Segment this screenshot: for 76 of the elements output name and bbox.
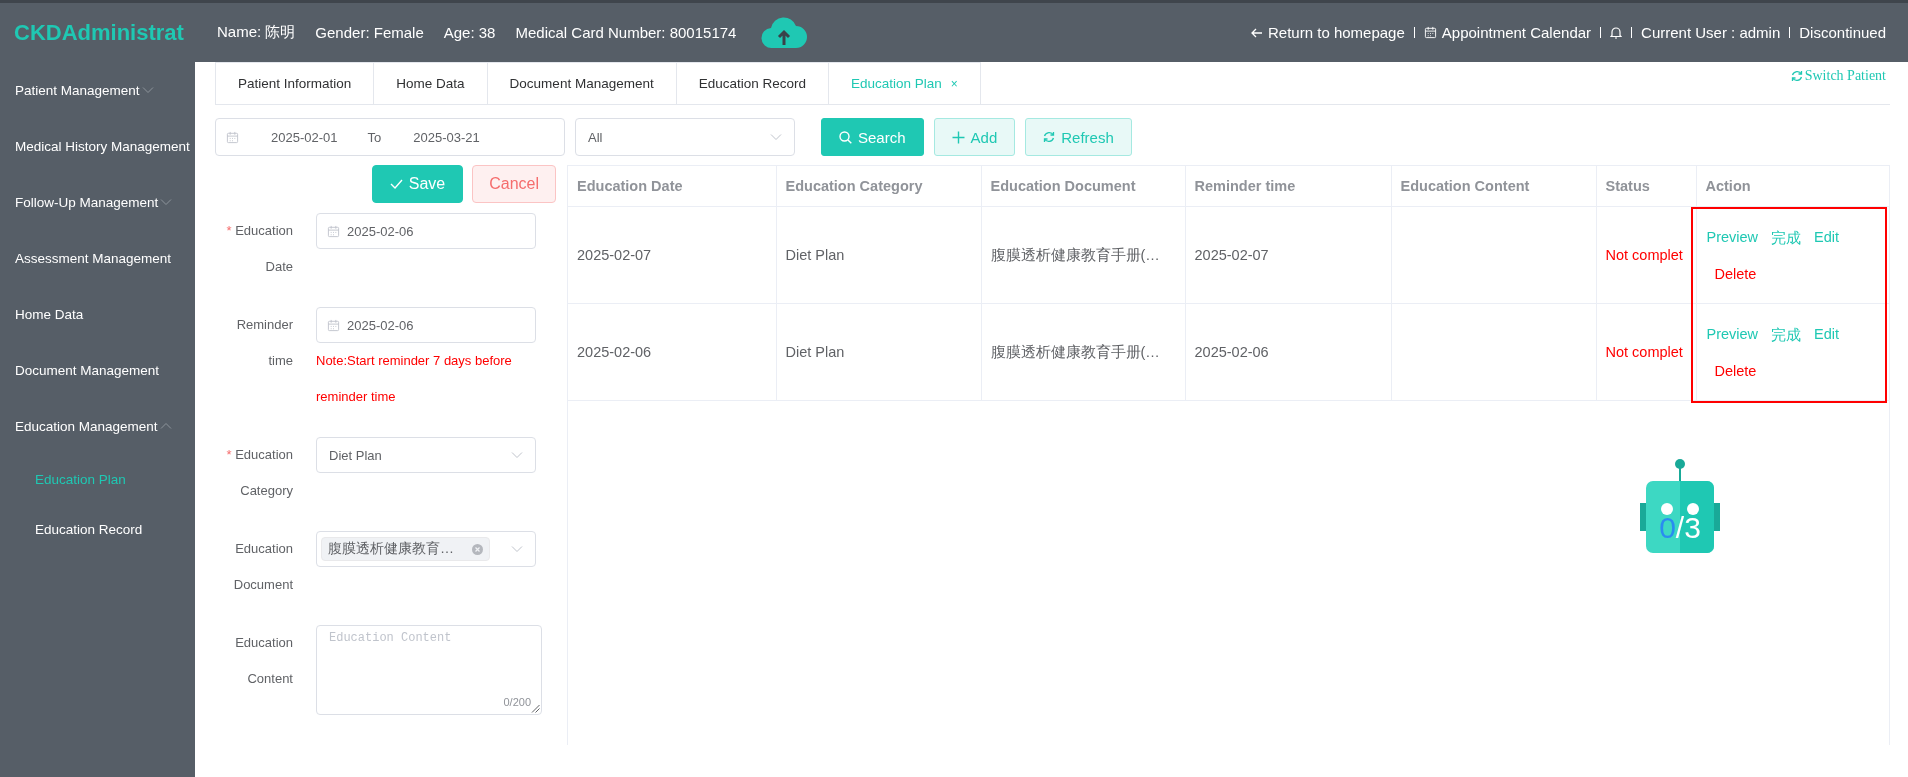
sidebar-item[interactable]: Document Management bbox=[0, 342, 195, 398]
patient-info: Gender: Female bbox=[315, 24, 424, 41]
app-logo: CKDAdministrat bbox=[13, 19, 185, 46]
chevron-down-icon bbox=[770, 133, 782, 141]
table-cell: 2025-02-06 bbox=[577, 344, 652, 360]
field-label: * Education Date bbox=[225, 222, 293, 276]
table-cell: 2025-02-06 bbox=[1194, 344, 1269, 360]
chevron-down-icon bbox=[511, 545, 523, 553]
action-link[interactable]: Delete bbox=[1714, 265, 1757, 282]
document-tag: 腹膜透析健康教育… bbox=[321, 537, 490, 561]
homepage-link[interactable]: Return to homepage bbox=[1251, 24, 1405, 41]
field-label: Education Content bbox=[234, 634, 293, 688]
sidebar-item[interactable]: Assessment Management bbox=[0, 230, 195, 286]
column-header: Education Date bbox=[568, 166, 776, 207]
table-cell: 2025-02-07 bbox=[1194, 247, 1269, 263]
sidebar-item[interactable]: Education Management bbox=[0, 398, 195, 454]
character-counter: 0/200 bbox=[503, 696, 531, 708]
calendar-icon bbox=[226, 130, 239, 144]
table-cell: 腹膜透析健康教育手册(… bbox=[990, 246, 1160, 263]
patient-info: Age: 38 bbox=[443, 24, 496, 41]
date-range-field[interactable]: 2025-02-01 To 2025-03-21 bbox=[215, 118, 565, 156]
chevron-down-icon bbox=[141, 86, 154, 94]
cloud-upload-icon[interactable] bbox=[760, 15, 809, 50]
document-select[interactable]: 腹膜透析健康教育… bbox=[316, 531, 536, 567]
table-cell: Diet Plan bbox=[785, 344, 845, 360]
sidebar-item[interactable]: Patient Management bbox=[0, 62, 195, 118]
field-label: Reminder time bbox=[235, 316, 293, 370]
field-label: Education Document bbox=[232, 540, 293, 594]
current-user: Current User : admin bbox=[1641, 24, 1781, 41]
table-cell: 腹膜透析健康教育手册(… bbox=[990, 343, 1160, 360]
plus-icon bbox=[951, 130, 965, 144]
resize-handle-icon[interactable] bbox=[531, 704, 540, 713]
column-header: Education Document bbox=[981, 166, 1185, 207]
action-link[interactable]: Delete bbox=[1714, 362, 1757, 379]
calendar-icon bbox=[1423, 26, 1437, 39]
table-cell: Diet Plan bbox=[785, 247, 845, 263]
calendar-icon bbox=[327, 318, 340, 332]
range-separator: To bbox=[367, 129, 382, 145]
column-header: Education Category bbox=[776, 166, 981, 207]
date-field[interactable]: 2025-02-06 bbox=[316, 213, 536, 249]
arrow-left-icon bbox=[1251, 27, 1264, 38]
status-text: Not complet bbox=[1605, 344, 1683, 360]
sidebar-subitem[interactable]: Education Record bbox=[0, 504, 195, 554]
content-textarea[interactable]: Education Content 0/200 bbox=[316, 625, 542, 715]
tab[interactable]: Patient Information bbox=[215, 62, 375, 104]
patient-info: Medical Card Number: 80015174 bbox=[515, 24, 737, 41]
sidebar-item[interactable]: Follow-Up Management bbox=[0, 174, 195, 230]
table-cell: 2025-02-07 bbox=[577, 247, 652, 263]
date-field[interactable]: 2025-02-06 bbox=[316, 307, 536, 343]
total-count: /3 bbox=[1675, 511, 1701, 544]
status-text: Not complet bbox=[1605, 247, 1683, 263]
sidebar-item[interactable]: Home Data bbox=[0, 286, 195, 342]
refresh-icon bbox=[1790, 70, 1803, 82]
column-header: Status bbox=[1596, 166, 1696, 207]
end-date: 2025-03-21 bbox=[413, 129, 480, 145]
calendar-link[interactable]: Appointment Calendar bbox=[1423, 24, 1592, 41]
reminder-note: Note:Start reminder 7 days before reminder time bbox=[316, 352, 513, 406]
column-header: Reminder time bbox=[1185, 166, 1391, 207]
start-date: 2025-02-01 bbox=[271, 129, 338, 145]
status-select[interactable]: All bbox=[575, 118, 795, 156]
category-select[interactable]: Diet Plan bbox=[316, 437, 536, 473]
check-icon bbox=[389, 179, 403, 189]
bell-icon[interactable] bbox=[1610, 26, 1623, 39]
patient-info: Name: 陈明 bbox=[217, 23, 296, 42]
chevron-down-icon bbox=[160, 198, 173, 206]
column-header: Action bbox=[1696, 166, 1889, 207]
calendar-icon bbox=[327, 224, 340, 238]
column-header: Education Content bbox=[1391, 166, 1596, 207]
chevron-down-icon bbox=[511, 451, 523, 459]
field-label: * Education Category bbox=[225, 446, 293, 500]
search-icon bbox=[839, 130, 852, 144]
completed-count: 0 bbox=[1659, 511, 1676, 544]
chevron-up-icon bbox=[159, 422, 172, 430]
refresh-icon bbox=[1043, 131, 1056, 143]
logout-link[interactable]: Discontinued bbox=[1799, 24, 1886, 41]
sidebar-item[interactable]: Medical History Management bbox=[0, 118, 195, 174]
